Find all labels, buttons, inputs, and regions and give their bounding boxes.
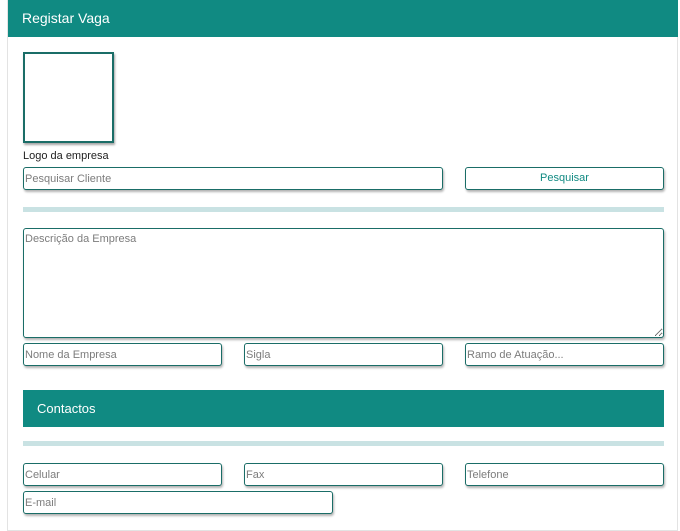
card-header: Registar Vaga — [8, 0, 678, 37]
page-title: Registar Vaga — [22, 10, 110, 26]
contacts-divider — [23, 441, 664, 446]
company-name-input[interactable] — [23, 343, 222, 366]
client-search-input[interactable] — [23, 167, 443, 190]
business-sector-input[interactable] — [465, 343, 664, 366]
fax-input[interactable] — [244, 463, 443, 486]
logo-label: Logo da empresa — [23, 150, 109, 162]
mobile-input[interactable] — [23, 463, 222, 486]
search-button[interactable]: Pesquisar — [465, 167, 664, 190]
section-divider — [23, 207, 664, 212]
register-vacancy-card: Registar Vaga Logo da empresa Pesquisar … — [7, 0, 678, 531]
contacts-title: Contactos — [37, 401, 96, 416]
contacts-section-header: Contactos — [23, 390, 664, 427]
company-acronym-input[interactable] — [244, 343, 443, 366]
email-input[interactable] — [23, 491, 333, 514]
phone-input[interactable] — [465, 463, 664, 486]
company-description-textarea[interactable] — [23, 228, 664, 338]
company-logo-upload[interactable] — [23, 52, 114, 143]
